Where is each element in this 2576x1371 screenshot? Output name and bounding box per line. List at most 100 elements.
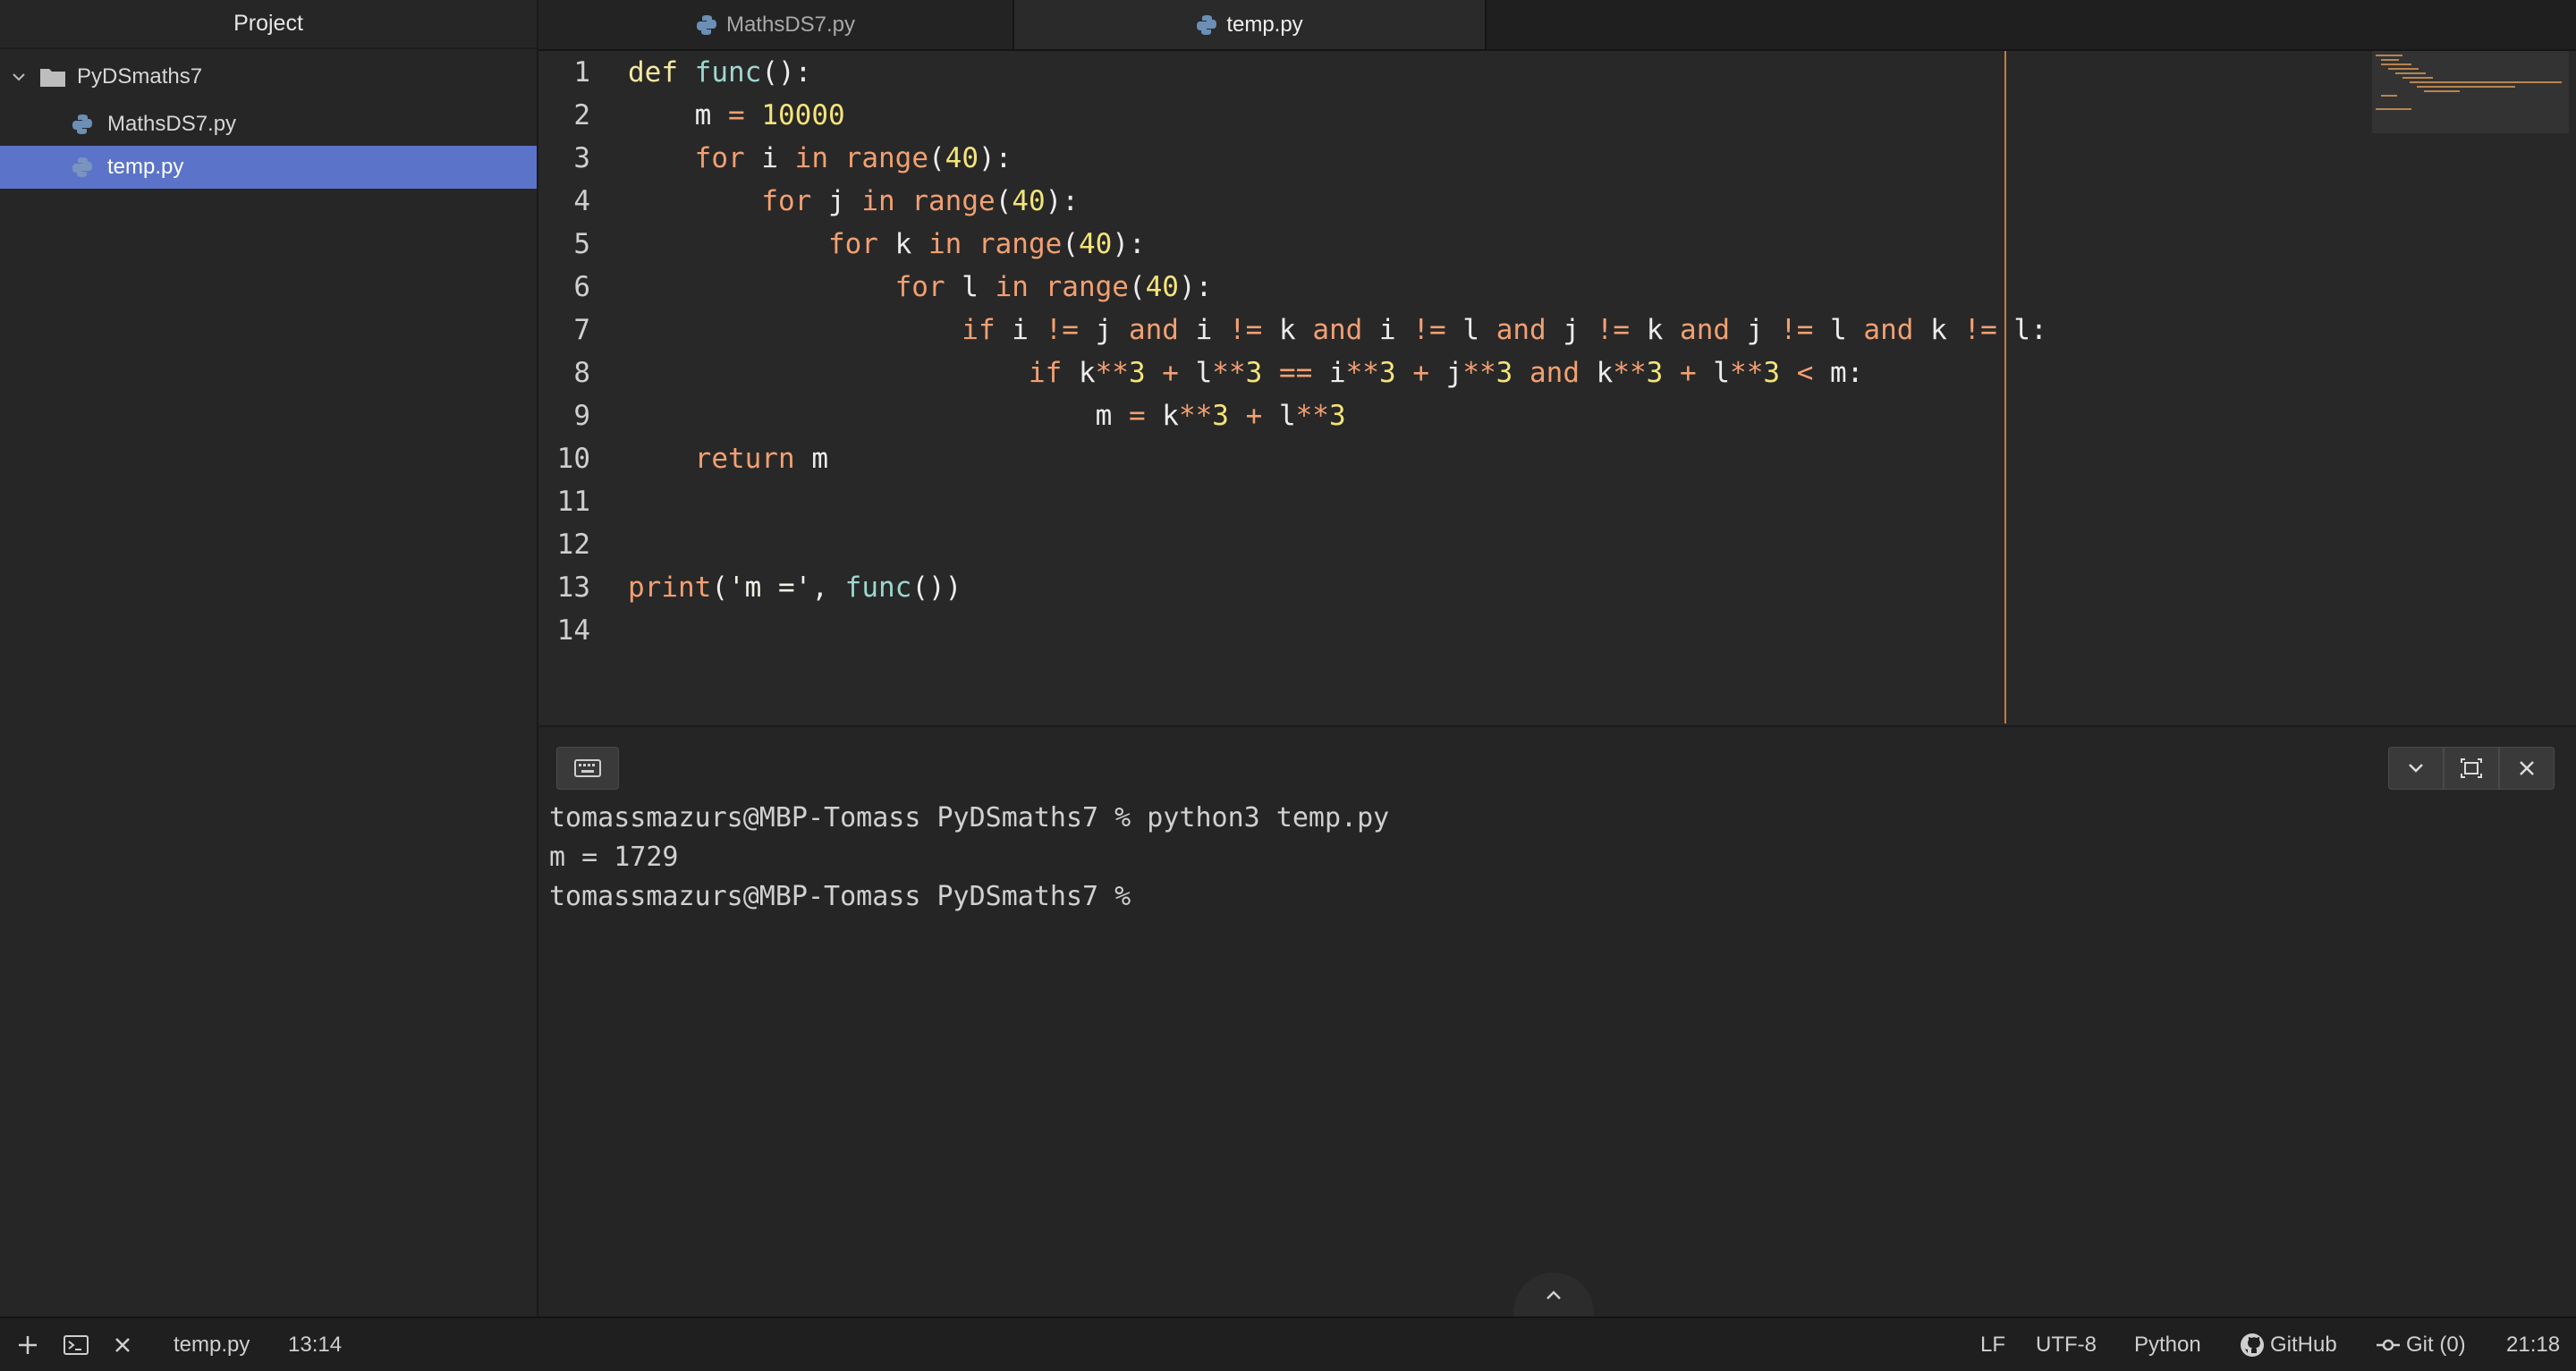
- tree-item-mathsds7[interactable]: MathsDS7.py: [0, 103, 537, 146]
- code-token: (: [711, 571, 728, 604]
- code-line: def func():: [628, 51, 811, 94]
- code-token: j: [827, 185, 845, 217]
- status-git[interactable]: Git (0): [2376, 1318, 2466, 1371]
- code-token: 3: [1328, 400, 1346, 432]
- code-token: i: [1012, 314, 1029, 346]
- minimap-line: [2410, 81, 2562, 83]
- minimap-line: [2381, 95, 2397, 97]
- code-token: l: [1195, 357, 1213, 389]
- code-token: range: [978, 228, 1063, 260]
- code-token: ):: [1045, 185, 1079, 217]
- terminal-toggle-button[interactable]: [63, 1318, 89, 1371]
- status-file-name[interactable]: temp.py: [174, 1318, 250, 1371]
- code-area[interactable]: def func(): m = 10000 for i in range(40)…: [628, 51, 2047, 604]
- code-line: if i != j and i != k and i != l and j !=…: [628, 309, 2046, 351]
- keyboard-button[interactable]: [556, 747, 619, 790]
- code-token: (: [995, 185, 1013, 217]
- terminal-close-button[interactable]: [2499, 747, 2555, 790]
- status-github[interactable]: GitHub: [2240, 1318, 2337, 1371]
- code-token: l: [1462, 314, 1480, 346]
- code-token: for: [694, 142, 745, 174]
- code-token: (: [928, 142, 945, 174]
- line-number: 4: [573, 185, 590, 217]
- minimap[interactable]: [2372, 51, 2569, 133]
- status-cursor-position[interactable]: 13:14: [288, 1318, 342, 1371]
- code-token: 3: [1128, 357, 1146, 389]
- code-token: m:: [1830, 357, 1864, 389]
- expand-panel-button[interactable]: [1513, 1273, 1594, 1317]
- python-file-icon: [72, 114, 92, 134]
- code-token: !=: [1412, 314, 1446, 346]
- terminal-panel[interactable]: tomassmazurs@MBP-Tomass PyDSmaths7 % pyt…: [538, 725, 2576, 1318]
- minimap-line: [2402, 77, 2433, 79]
- code-token: !=: [1596, 314, 1631, 346]
- code-line: for l in range(40):: [628, 266, 1213, 309]
- code-token: j: [1563, 314, 1580, 346]
- code-token: !=: [1963, 314, 1997, 346]
- code-token: i: [1195, 314, 1213, 346]
- code-token: m: [694, 99, 712, 131]
- minimap-line: [2417, 86, 2515, 88]
- code-token: 3: [1378, 357, 1396, 389]
- code-token: in: [928, 228, 962, 260]
- tab-mathsds7[interactable]: MathsDS7.py: [538, 0, 1014, 49]
- terminal-output[interactable]: tomassmazurs@MBP-Tomass PyDSmaths7 % pyt…: [549, 799, 1389, 917]
- sidebar-title: Project: [0, 0, 537, 49]
- minimap-line: [2381, 63, 2411, 65]
- code-token: **: [1178, 400, 1213, 432]
- code-token: range: [844, 142, 928, 174]
- code-token: 3: [1245, 357, 1263, 389]
- chevron-down-icon[interactable]: [11, 69, 27, 85]
- line-number: 9: [573, 400, 590, 432]
- code-token: l: [1830, 314, 1847, 346]
- code-token: i: [1328, 357, 1346, 389]
- code-line: return m: [628, 437, 828, 480]
- code-token: in: [995, 271, 1029, 303]
- minimap-line: [2376, 55, 2402, 56]
- status-bar: temp.py 13:14 LF UTF-8 Python GitHub Git…: [0, 1316, 2576, 1371]
- chevron-down-icon: [2409, 764, 2423, 773]
- code-token: **: [1345, 357, 1379, 389]
- code-token: func: [694, 56, 762, 89]
- status-encoding[interactable]: UTF-8: [2036, 1318, 2097, 1371]
- terminal-collapse-button[interactable]: [2388, 747, 2444, 790]
- code-line: m = k**3 + l**3: [628, 394, 1346, 437]
- tab-temp[interactable]: temp.py: [1014, 0, 1487, 49]
- status-line-ending[interactable]: LF: [1980, 1318, 2005, 1371]
- code-token: =: [1128, 400, 1146, 432]
- code-token: **: [1462, 357, 1496, 389]
- minimap-line: [2376, 108, 2411, 110]
- chevron-up-icon: [1546, 1291, 1561, 1299]
- code-line: for i in range(40):: [628, 137, 1013, 180]
- code-editor[interactable]: 1 2 3 4 5 6 7 8 9 10 11 12 13 14 def fun…: [538, 51, 2576, 724]
- code-token: +: [1412, 357, 1429, 389]
- code-line: if k**3 + l**3 == i**3 + j**3 and k**3 +…: [628, 351, 1863, 394]
- code-token: 'm =': [728, 571, 812, 604]
- code-token: return: [694, 443, 795, 475]
- plus-icon: [19, 1335, 37, 1354]
- status-language[interactable]: Python: [2134, 1318, 2201, 1371]
- code-token: func: [844, 571, 912, 604]
- status-clock: 21:18: [2506, 1332, 2561, 1357]
- code-token: and: [1496, 314, 1546, 346]
- terminal-icon: [64, 1334, 89, 1355]
- code-token: l: [1278, 400, 1296, 432]
- line-number: 12: [556, 529, 590, 561]
- code-line: for j in range(40):: [628, 180, 1079, 223]
- code-token: and: [1312, 314, 1363, 346]
- line-number: 10: [556, 443, 590, 475]
- tree-item-project-folder[interactable]: PyDSmaths7: [0, 55, 537, 98]
- add-button[interactable]: [14, 1318, 41, 1371]
- code-token: l: [1713, 357, 1731, 389]
- code-token: k: [1278, 314, 1296, 346]
- line-number: 14: [556, 614, 590, 647]
- code-token: 10000: [761, 99, 845, 131]
- tree-item-temp[interactable]: temp.py: [0, 146, 537, 189]
- code-token: def: [628, 56, 678, 89]
- line-number: 1: [573, 56, 590, 89]
- tab-bar: MathsDS7.py temp.py: [538, 0, 2576, 51]
- line-number: 5: [573, 228, 590, 260]
- code-token: !=: [1780, 314, 1814, 346]
- terminal-maximize-button[interactable]: [2444, 747, 2499, 790]
- close-file-button[interactable]: [109, 1318, 136, 1371]
